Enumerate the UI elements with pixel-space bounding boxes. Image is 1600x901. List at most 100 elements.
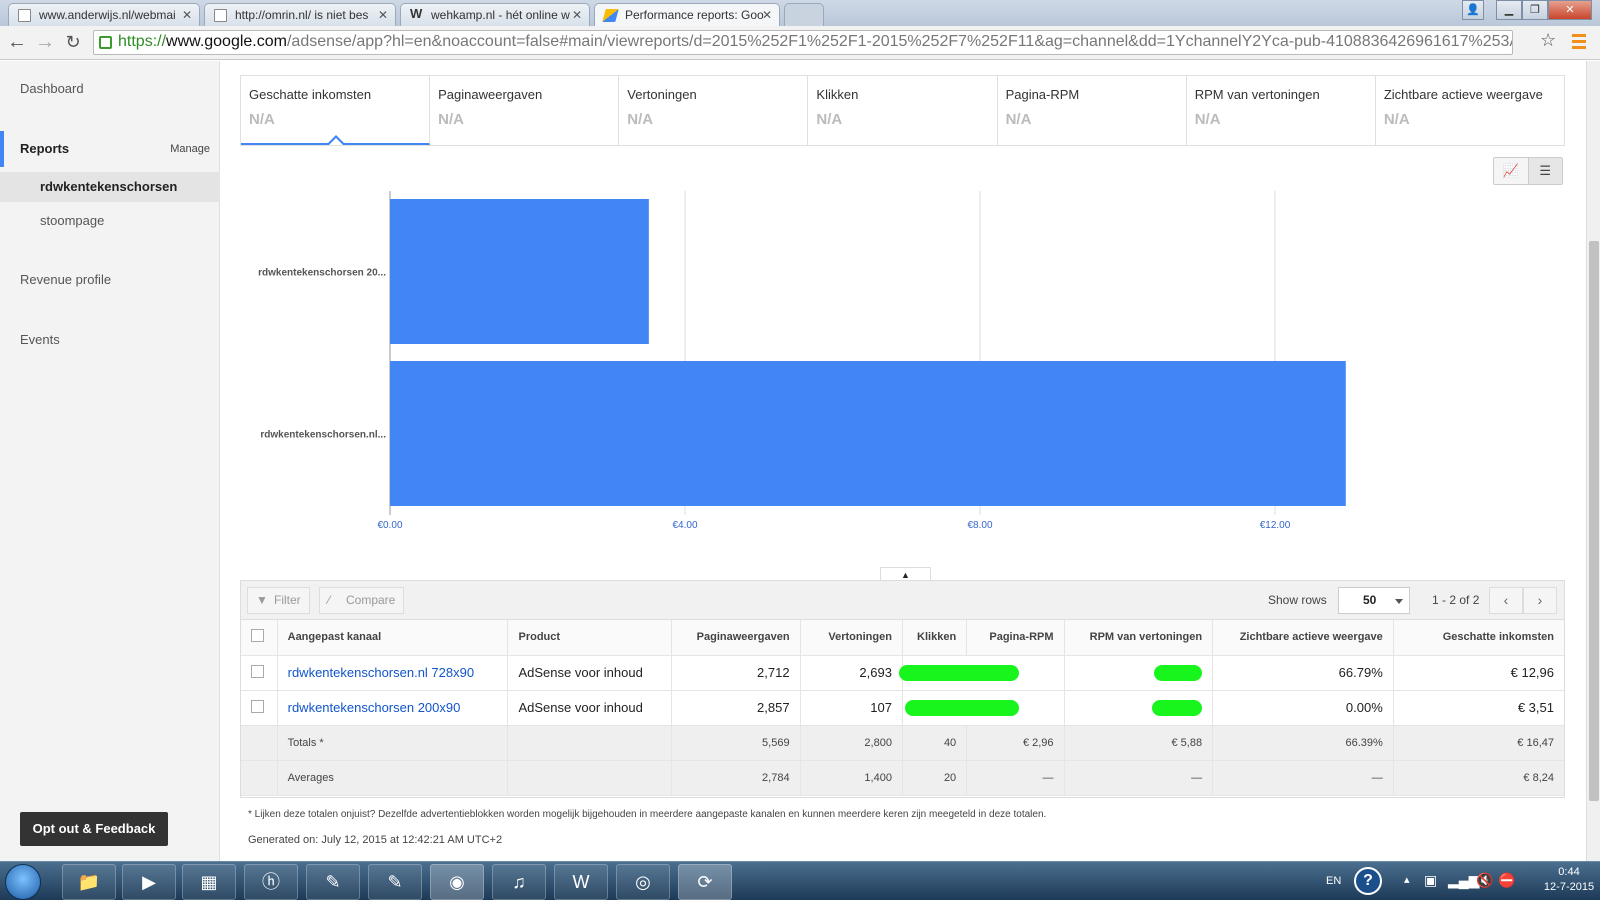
filter-button[interactable]: ▼ Filter — [247, 587, 310, 614]
averages-pageviews: 2,784 — [671, 760, 801, 796]
system-clock[interactable]: 0:44 12-7-2015 — [1540, 865, 1598, 895]
empty-cell — [507, 725, 673, 761]
nav-sub-stoompage[interactable]: stoompage — [0, 206, 220, 236]
tab-performance-reports[interactable]: Performance reports: Goo ✕ — [594, 3, 780, 27]
tab-anderwijs[interactable]: www.anderwijs.nl/webmai ✕ — [8, 3, 200, 26]
hp-icon[interactable]: ⓗ — [244, 864, 298, 900]
column-header[interactable]: Product — [507, 620, 673, 656]
product-cell: AdSense voor inhoud — [507, 690, 673, 726]
collapse-chart-toggle[interactable]: ▲ — [880, 567, 931, 581]
explorer-folder-icon[interactable]: 📁 — [62, 864, 116, 900]
target-app-icon[interactable]: ◎ — [616, 864, 670, 900]
line-chart-icon[interactable]: 📈 — [1494, 158, 1528, 184]
system-tray: EN ? ▴ ▣ ▂▄▆ 🔇 ⛔ 0:44 12-7-2015 — [1318, 862, 1600, 901]
close-icon[interactable]: ✕ — [378, 4, 388, 26]
page-scrollbar[interactable] — [1586, 61, 1600, 861]
media-player-icon[interactable]: ▶ — [122, 864, 176, 900]
tray-expand-icon[interactable]: ▴ — [1404, 873, 1410, 886]
back-icon[interactable]: ← — [6, 31, 28, 53]
channel-link[interactable]: rdwkentekenschorsen 200x90 — [288, 700, 461, 715]
close-icon[interactable]: ✕ — [572, 4, 582, 26]
metric-zichtbare-actieve-weergave[interactable]: Zichtbare actieve weergave N/A — [1376, 76, 1564, 145]
tab-wehkamp[interactable]: W wehkamp.nl - hét online w ✕ — [400, 3, 590, 26]
column-header[interactable]: Vertoningen — [800, 620, 903, 656]
opt-out-feedback-button[interactable]: Opt out & Feedback — [20, 812, 168, 846]
metric-geschatte-inkomsten[interactable]: Geschatte inkomsten N/A — [241, 76, 431, 145]
tab-omrin[interactable]: http://omrin.nl/ is niet bes ✕ — [204, 3, 396, 26]
metric-label: Pagina-RPM — [1005, 87, 1080, 102]
column-header[interactable]: Aangepast kanaal — [277, 620, 509, 656]
close-icon[interactable]: ✕ — [182, 4, 192, 26]
show-rows-select[interactable]: 50 — [1338, 587, 1410, 614]
next-page-icon[interactable]: › — [1523, 587, 1557, 614]
redaction-mark — [898, 664, 1019, 681]
metric-value: N/A — [249, 111, 275, 128]
select-all-checkbox[interactable] — [251, 629, 264, 643]
office-icon[interactable]: ▦ — [182, 864, 236, 900]
start-button[interactable] — [5, 864, 41, 900]
metric-pagina-rpm[interactable]: Pagina-RPM N/A — [998, 76, 1187, 145]
compare-label: Compare — [346, 593, 396, 607]
itunes-icon[interactable]: ♫ — [492, 864, 546, 900]
prev-page-icon[interactable]: ‹ — [1489, 587, 1523, 614]
signal-icon[interactable]: ▂▄▆ — [1448, 872, 1479, 889]
compare-button[interactable]: ⁄ Compare — [319, 587, 405, 614]
column-header[interactable]: Pagina-RPM — [966, 620, 1065, 656]
redaction-mark — [1154, 664, 1203, 681]
volume-muted-icon[interactable]: 🔇 — [1476, 872, 1493, 889]
new-tab-button[interactable] — [784, 3, 824, 26]
earnings-cell: € 3,51 — [1393, 690, 1564, 726]
document-icon[interactable]: ✎ — [368, 864, 422, 900]
scrollbar-thumb[interactable] — [1589, 241, 1599, 801]
column-header[interactable]: Zichtbare actieve weergave — [1212, 620, 1394, 656]
column-header[interactable]: RPM van vertoningen — [1064, 620, 1214, 656]
help-icon[interactable]: ? — [1354, 867, 1382, 895]
metric-paginaweergaven[interactable]: Paginaweergaven N/A — [430, 76, 620, 145]
impression-rpm-cell-redacted — [1064, 655, 1214, 691]
security-alert-icon[interactable]: ⛔ — [1498, 872, 1515, 889]
network-app-icon[interactable]: ⟳ — [678, 864, 732, 900]
user-icon[interactable]: 👤 — [1462, 0, 1484, 20]
category-label: rdwkentekenschorsen.nl... — [260, 430, 386, 441]
row-checkbox[interactable] — [251, 699, 264, 713]
metric-rpm-van-vertoningen[interactable]: RPM van vertoningen N/A — [1187, 76, 1376, 145]
nav-revenue-profile[interactable]: Revenue profile — [20, 272, 111, 287]
nav-reports-label: Reports — [20, 141, 70, 156]
address-bar[interactable]: https://www.google.com/adsense/app?hl=en… — [93, 30, 1513, 55]
close-window-button[interactable]: ✕ — [1548, 0, 1592, 20]
windows-taskbar: 📁 ▶ ▦ ⓗ ✎ ✎ ◉ ♫ W ◎ ⟳ EN ? ▴ ▣ ▂▄▆ 🔇 ⛔ 0… — [0, 861, 1600, 900]
bookmark-star-icon[interactable]: ☆ — [1540, 30, 1556, 51]
column-header[interactable]: Geschatte inkomsten — [1393, 620, 1564, 656]
close-icon[interactable]: ✕ — [762, 4, 772, 26]
clock-date: 12-7-2015 — [1543, 881, 1595, 893]
nav-reports[interactable]: Reports Manage — [0, 131, 220, 167]
reload-icon[interactable]: ↻ — [62, 31, 84, 53]
bar-chart-icon[interactable]: ☰ — [1527, 158, 1562, 184]
nav-sub-rdwkentekenschorsen[interactable]: rdwkentekenschorsen — [0, 172, 220, 202]
device-icon[interactable]: ▣ — [1424, 872, 1437, 889]
menu-icon[interactable] — [1572, 34, 1586, 50]
manage-link[interactable]: Manage — [170, 143, 210, 155]
metric-vertoningen[interactable]: Vertoningen N/A — [619, 76, 809, 145]
notepad-icon[interactable]: ✎ — [306, 864, 360, 900]
url-host: www.google.com — [166, 33, 287, 50]
metric-label: RPM van vertoningen — [1194, 87, 1320, 102]
chrome-icon[interactable]: ◉ — [430, 864, 484, 900]
language-indicator[interactable]: EN — [1326, 875, 1341, 887]
nav-events[interactable]: Events — [20, 332, 60, 347]
row-checkbox[interactable] — [251, 664, 264, 678]
column-header[interactable]: Klikken — [902, 620, 968, 656]
averages-impression-rpm: — — [1064, 760, 1214, 796]
column-header[interactable]: Paginaweergaven — [671, 620, 801, 656]
metric-klikken[interactable]: Klikken N/A — [808, 76, 998, 145]
nav-dashboard[interactable]: Dashboard — [20, 81, 84, 96]
channel-cell: rdwkentekenschorsen.nl 728x90 — [277, 655, 509, 691]
minimize-button[interactable]: ▁ — [1496, 0, 1522, 20]
maximize-button[interactable]: ❐ — [1522, 0, 1548, 20]
url-path: /adsense/app?hl=en&noaccount=false#main/… — [286, 33, 1513, 50]
channel-link[interactable]: rdwkentekenschorsen.nl 728x90 — [288, 665, 474, 680]
forward-icon[interactable]: → — [34, 31, 56, 53]
word-icon[interactable]: W — [554, 864, 608, 900]
adsense-icon — [602, 9, 619, 22]
totals-row: Totals * 5,569 2,800 40 € 2,96 € 5,88 66… — [241, 725, 1564, 761]
